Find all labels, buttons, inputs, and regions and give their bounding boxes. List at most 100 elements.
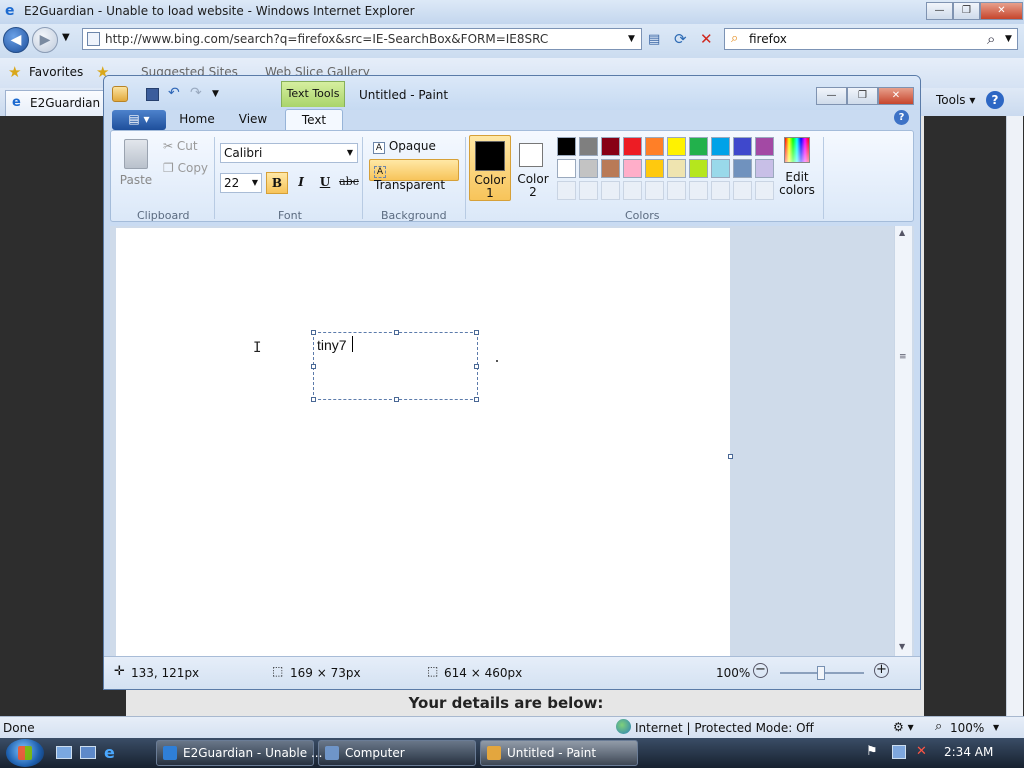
forward-button[interactable]: ▶ (32, 27, 58, 53)
taskbar-item-paint[interactable]: Untitled - Paint (480, 740, 638, 766)
palette-swatch[interactable] (689, 137, 708, 156)
color1-button[interactable]: Color 1 (469, 135, 511, 201)
palette-swatch[interactable] (623, 159, 642, 178)
canvas-resize-handle[interactable] (728, 454, 733, 459)
zoom-out-icon[interactable]: − (753, 663, 768, 678)
stop-icon[interactable]: ✕ (700, 30, 713, 48)
zone-text[interactable]: Internet | Protected Mode: Off (635, 721, 814, 735)
zoom-slider-thumb[interactable] (817, 666, 825, 680)
palette-empty-swatch[interactable] (601, 181, 620, 200)
italic-button[interactable]: I (290, 172, 312, 194)
ie-vertical-scrollbar[interactable] (1006, 116, 1023, 716)
palette-swatch[interactable] (689, 159, 708, 178)
palette-swatch[interactable] (733, 159, 752, 178)
underline-button[interactable]: U (314, 172, 336, 194)
search-icon[interactable]: ⌕ (987, 30, 995, 48)
search-box[interactable]: ⌕ firefox ⌕ ▼ (724, 28, 1018, 50)
palette-swatch[interactable] (711, 159, 730, 178)
zoom-icon[interactable]: ⌕ (935, 719, 942, 734)
palette-swatch[interactable] (579, 137, 598, 156)
scroll-up-icon[interactable]: ▲ (899, 228, 905, 237)
paste-button[interactable]: Paste (117, 137, 155, 189)
paint-help-icon[interactable]: ? (894, 110, 909, 125)
palette-swatch[interactable] (623, 137, 642, 156)
ie-zoom-level[interactable]: 100% (950, 721, 984, 735)
font-family-select[interactable]: Calibri ▼ (220, 143, 358, 163)
scroll-thumb-grip-icon[interactable]: ≡ (899, 352, 907, 362)
ie-close-button[interactable]: ✕ (980, 2, 1023, 20)
paint-close-button[interactable]: ✕ (878, 87, 914, 105)
color2-button[interactable]: Color 2 (513, 135, 553, 201)
ie-minimize-button[interactable]: — (926, 2, 953, 20)
palette-swatch[interactable] (601, 159, 620, 178)
back-button[interactable]: ◀ (3, 27, 29, 53)
quick-access-dropdown-icon[interactable]: ▼ (212, 89, 219, 99)
transparent-button[interactable]: A Transparent (369, 159, 459, 192)
edit-colors-button[interactable]: Edit colors (776, 137, 818, 201)
palette-empty-swatch[interactable] (645, 181, 664, 200)
canvas-text[interactable]: tiny7 (317, 337, 347, 353)
zoom-in-icon[interactable]: + (874, 663, 889, 678)
tab-home[interactable]: Home (172, 109, 222, 131)
copy-button[interactable]: ❐ Copy (163, 161, 208, 175)
palette-empty-swatch[interactable] (733, 181, 752, 200)
font-size-select[interactable]: 22 ▼ (220, 173, 262, 193)
font-family-dropdown-icon[interactable]: ▼ (347, 148, 353, 157)
undo-icon[interactable]: ↶ (168, 85, 180, 101)
volume-muted-icon[interactable]: ✕ (916, 744, 927, 759)
redo-icon[interactable]: ↷ (190, 85, 202, 101)
resize-handle-s[interactable] (394, 397, 399, 402)
ie-zoom-dropdown-icon[interactable]: ▼ (993, 723, 999, 732)
palette-empty-swatch[interactable] (689, 181, 708, 200)
security-icon[interactable]: ⚙ ▾ (893, 720, 914, 734)
address-bar[interactable]: http://www.bing.com/search?q=firefox&src… (82, 28, 642, 50)
palette-swatch[interactable] (557, 159, 576, 178)
tools-menu[interactable]: Tools ▾ (936, 93, 975, 107)
network-icon[interactable] (892, 745, 906, 759)
bold-button[interactable]: B (266, 172, 288, 194)
paint-maximize-button[interactable]: ❐ (847, 87, 878, 105)
palette-empty-swatch[interactable] (711, 181, 730, 200)
start-button[interactable] (6, 739, 44, 767)
taskbar-clock[interactable]: 2:34 AM (944, 745, 993, 759)
paint-canvas[interactable]: tiny7 I (116, 228, 730, 658)
favorites-button[interactable]: Favorites (29, 65, 83, 79)
palette-empty-swatch[interactable] (579, 181, 598, 200)
paint-menu-button[interactable]: ▤ ▾ (112, 110, 166, 130)
paint-minimize-button[interactable]: — (816, 87, 847, 105)
action-center-flag-icon[interactable]: ⚑ (866, 744, 878, 759)
palette-swatch[interactable] (645, 159, 664, 178)
palette-swatch[interactable] (557, 137, 576, 156)
resize-handle-sw[interactable] (311, 397, 316, 402)
recent-pages-icon[interactable]: ▼ (62, 32, 70, 43)
refresh-icon[interactable]: ⟳ (674, 30, 687, 48)
palette-empty-swatch[interactable] (755, 181, 774, 200)
ie-maximize-button[interactable]: ❐ (953, 2, 980, 20)
palette-swatch[interactable] (755, 159, 774, 178)
tab-text[interactable]: Text (285, 109, 343, 131)
taskbar-item-computer[interactable]: Computer (318, 740, 476, 766)
opaque-button[interactable]: A Opaque (369, 137, 459, 157)
switch-windows-icon[interactable] (80, 746, 96, 759)
tab-view[interactable]: View (228, 109, 278, 131)
palette-swatch[interactable] (645, 137, 664, 156)
resize-handle-se[interactable] (474, 397, 479, 402)
resize-handle-ne[interactable] (474, 330, 479, 335)
show-desktop-icon[interactable] (56, 746, 72, 759)
save-icon[interactable] (146, 88, 159, 101)
palette-empty-swatch[interactable] (667, 181, 686, 200)
taskbar-item-ie[interactable]: E2Guardian - Unable ... (156, 740, 322, 766)
resize-handle-e[interactable] (474, 364, 479, 369)
strikethrough-button[interactable]: abc (338, 172, 360, 194)
address-dropdown-icon[interactable]: ▼ (628, 34, 635, 44)
resize-handle-nw[interactable] (311, 330, 316, 335)
cut-button[interactable]: ✂ Cut (163, 139, 198, 153)
palette-empty-swatch[interactable] (623, 181, 642, 200)
resize-handle-w[interactable] (311, 364, 316, 369)
search-input[interactable]: firefox (749, 32, 787, 46)
ie-tab-e2guardian[interactable]: e E2Guardian (5, 90, 105, 116)
text-input-box[interactable]: tiny7 (311, 330, 479, 402)
help-icon[interactable]: ? (986, 91, 1004, 109)
quick-launch-ie-icon[interactable]: e (104, 743, 115, 762)
palette-empty-swatch[interactable] (557, 181, 576, 200)
